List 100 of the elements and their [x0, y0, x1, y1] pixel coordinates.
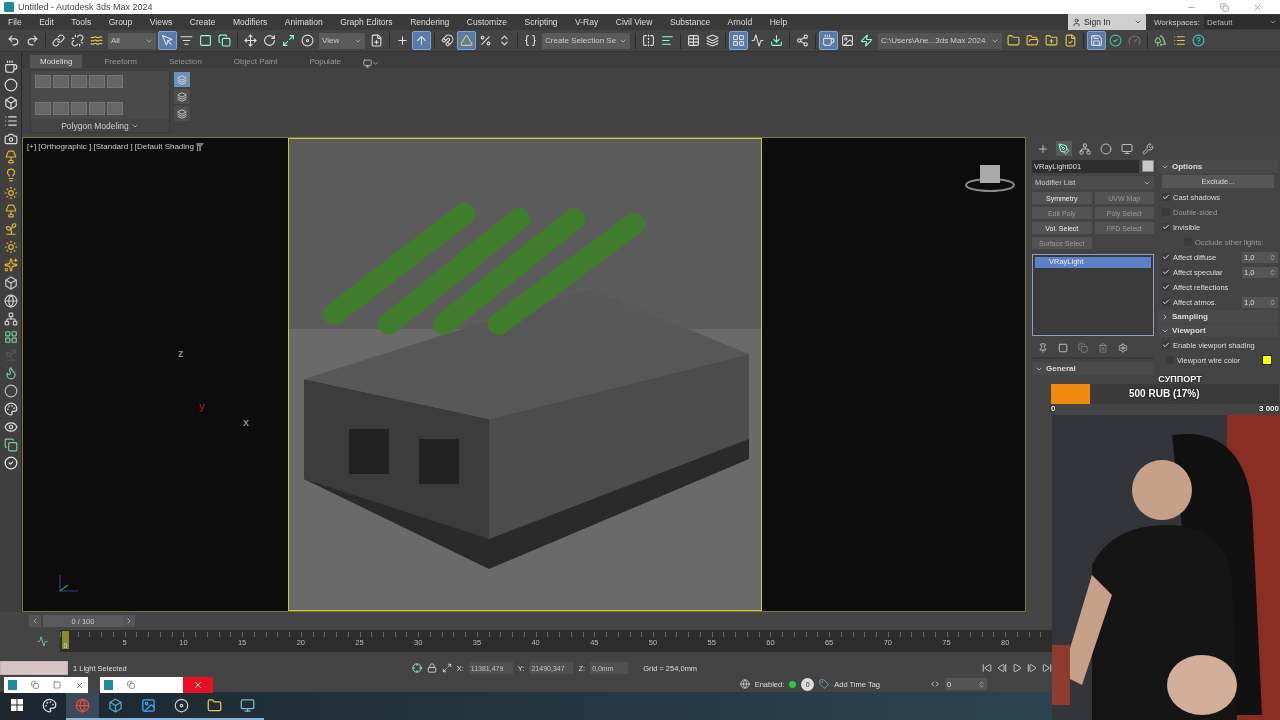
- ribbon-tab[interactable]: Freeform: [94, 55, 147, 68]
- menu-item[interactable]: Animation: [284, 17, 323, 27]
- checkbox[interactable]: [1162, 193, 1170, 201]
- box-icon[interactable]: [3, 96, 18, 110]
- close-icon[interactable]: [75, 680, 84, 690]
- nodes-icon[interactable]: [796, 34, 809, 47]
- toggle-button[interactable]: [819, 31, 838, 50]
- flame-icon[interactable]: [3, 366, 18, 380]
- project-path-dropdown[interactable]: C:\Users\Ane...3ds Max 2024: [878, 32, 1002, 49]
- ribbon-tab[interactable]: Modeling: [30, 55, 83, 68]
- color-swatch[interactable]: [1262, 355, 1272, 365]
- menu-item[interactable]: Substance: [669, 17, 711, 27]
- file-plus-icon[interactable]: [370, 34, 383, 47]
- ribbon-tab[interactable]: Object Paint: [223, 55, 288, 68]
- panel-tab[interactable]: [1098, 141, 1114, 156]
- toggle-button[interactable]: [457, 31, 476, 50]
- braces-icon[interactable]: [524, 34, 537, 47]
- frame-icon[interactable]: [841, 34, 854, 47]
- menu-item[interactable]: Customize: [466, 17, 507, 27]
- key-mode-icon[interactable]: [930, 679, 940, 689]
- grid-icon[interactable]: [3, 330, 18, 344]
- square-icon[interactable]: [1058, 343, 1068, 353]
- menu-item[interactable]: Group: [108, 17, 133, 27]
- ribbon-tab[interactable]: Selection: [158, 55, 212, 68]
- ribbon-tool-button[interactable]: [174, 89, 190, 104]
- unlink-icon[interactable]: [71, 34, 84, 47]
- taskbar-button[interactable]: [66, 692, 99, 720]
- toggle-button[interactable]: [158, 31, 177, 50]
- checkbox[interactable]: [1162, 341, 1170, 349]
- absolute-mode-icon[interactable]: [441, 663, 452, 673]
- menu-item[interactable]: Civil View: [615, 17, 653, 27]
- tag-icon[interactable]: [819, 679, 830, 689]
- panel-tab[interactable]: [1140, 141, 1156, 156]
- step-forward-icon[interactable]: [1027, 663, 1037, 673]
- table-icon[interactable]: [687, 34, 700, 47]
- settings-icon[interactable]: [1118, 343, 1128, 353]
- layers-icon[interactable]: [3, 438, 18, 452]
- menu-item[interactable]: Help: [769, 17, 788, 27]
- checkbox[interactable]: [1162, 268, 1170, 276]
- folder-open-icon[interactable]: [1026, 34, 1039, 47]
- selection-filter-dropdown[interactable]: All: [108, 32, 156, 49]
- sphere-icon[interactable]: [3, 78, 18, 92]
- redo-icon[interactable]: [26, 34, 39, 47]
- menu-item[interactable]: Arnold: [727, 17, 753, 27]
- undo-icon[interactable]: [7, 34, 20, 47]
- window-thumbnail[interactable]: [4, 677, 88, 693]
- list-icon[interactable]: [3, 114, 18, 128]
- trash-icon[interactable]: [1098, 343, 1108, 353]
- menu-item[interactable]: Edit: [39, 17, 54, 27]
- rotate-icon[interactable]: [263, 34, 276, 47]
- viewport[interactable]: [+] [Orthographic ] [Standard ] [Default Shading ] z y x: [22, 137, 1026, 612]
- curve-icon[interactable]: [751, 34, 764, 47]
- waves-icon[interactable]: [90, 34, 103, 47]
- rollout-header[interactable]: Viewport: [1158, 324, 1278, 337]
- menu-item[interactable]: Modifiers: [232, 17, 268, 27]
- filter-icon[interactable]: [196, 143, 204, 151]
- checkbox[interactable]: [1162, 283, 1170, 291]
- crosshair-icon[interactable]: [411, 663, 422, 673]
- caret-icon[interactable]: [372, 60, 379, 67]
- list-icon[interactable]: [1173, 34, 1186, 47]
- color-swatch[interactable]: [1142, 160, 1154, 172]
- check-circle-icon[interactable]: [1109, 34, 1122, 47]
- ball-icon[interactable]: [3, 384, 18, 398]
- restore-icon[interactable]: [127, 681, 135, 689]
- window-thumbnail[interactable]: [100, 677, 213, 693]
- layers-icon[interactable]: [706, 34, 719, 47]
- globe-icon[interactable]: [739, 679, 750, 689]
- lamp-icon[interactable]: [3, 150, 18, 164]
- cube-icon[interactable]: [3, 276, 18, 290]
- step-back-icon[interactable]: [997, 663, 1007, 673]
- help-icon[interactable]: [1192, 34, 1205, 47]
- magnet-icon[interactable]: [441, 34, 454, 47]
- ribbon-tab[interactable]: Populate: [299, 55, 351, 68]
- percent-icon[interactable]: [479, 34, 492, 47]
- palette-icon[interactable]: [3, 402, 18, 416]
- menu-item[interactable]: Graph Editors: [340, 17, 393, 27]
- restore-icon[interactable]: [31, 681, 39, 689]
- next-button[interactable]: [123, 615, 135, 627]
- globe-icon[interactable]: [3, 294, 18, 308]
- play-icon[interactable]: [1012, 663, 1022, 673]
- coordinate-system-dropdown[interactable]: View: [319, 32, 365, 49]
- folder-icon[interactable]: [1007, 34, 1020, 47]
- menu-item[interactable]: Scripting: [524, 17, 558, 27]
- eye-icon[interactable]: [3, 420, 18, 434]
- lock-icon[interactable]: [426, 663, 437, 673]
- plus-icon[interactable]: [396, 34, 409, 47]
- scale-icon[interactable]: [282, 34, 295, 47]
- ribbon-tool-button[interactable]: [174, 106, 190, 121]
- teapot-icon[interactable]: [3, 60, 18, 74]
- panel-tab[interactable]: [1119, 141, 1135, 156]
- pin-icon[interactable]: [1038, 343, 1048, 353]
- toggle-button[interactable]: [412, 31, 431, 50]
- view-cube-icon[interactable]: [965, 163, 1015, 193]
- toggle-button[interactable]: [729, 31, 748, 50]
- folder-plus-icon[interactable]: [1045, 34, 1058, 47]
- rollout-header[interactable]: Sampling: [1158, 310, 1278, 323]
- sparkle-icon[interactable]: [3, 258, 18, 272]
- sun-icon[interactable]: [3, 186, 18, 200]
- toggle-button[interactable]: [1087, 31, 1106, 50]
- menu-item[interactable]: V-Ray: [575, 17, 599, 27]
